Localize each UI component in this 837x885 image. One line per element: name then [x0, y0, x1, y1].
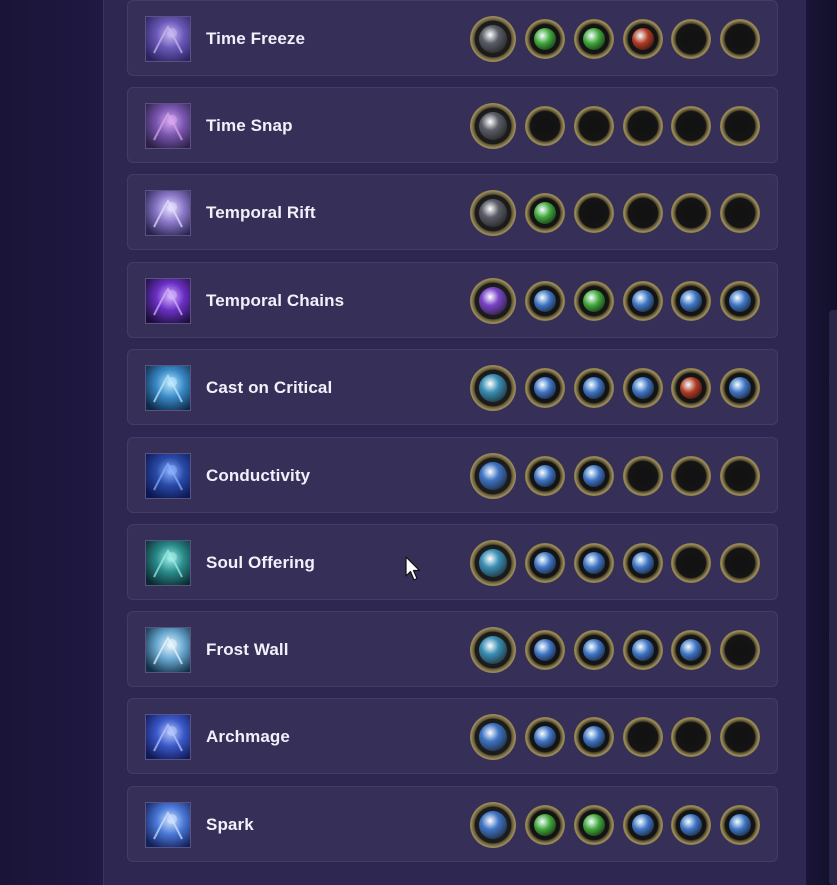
gem-row[interactable]: Time Freeze — [127, 0, 778, 76]
page-background-left — [0, 0, 103, 885]
main-gem-socket-icon[interactable] — [470, 802, 516, 848]
support-gem-socket-icon[interactable] — [525, 805, 565, 845]
support-gem-socket-icon[interactable] — [574, 543, 614, 583]
empty-socket-icon[interactable] — [671, 543, 711, 583]
support-gem-socket-icon[interactable] — [574, 717, 614, 757]
empty-socket-icon[interactable] — [574, 106, 614, 146]
empty-socket-icon[interactable] — [720, 630, 760, 670]
main-gem-socket-icon[interactable] — [470, 103, 516, 149]
support-gem-socket-icon[interactable] — [623, 368, 663, 408]
support-gem-socket-icon[interactable] — [525, 193, 565, 233]
main-gem-socket-icon[interactable] — [470, 190, 516, 236]
empty-socket-icon[interactable] — [623, 717, 663, 757]
support-gem-socket-icon[interactable] — [574, 281, 614, 321]
support-gem-socket-icon[interactable] — [525, 19, 565, 59]
conductivity-icon — [145, 453, 191, 499]
support-gem-socket-icon[interactable] — [623, 281, 663, 321]
main-gem-socket-icon[interactable] — [470, 278, 516, 324]
support-gem-socket-icon[interactable] — [671, 805, 711, 845]
support-gem-socket-icon[interactable] — [525, 456, 565, 496]
empty-socket-icon[interactable] — [720, 543, 760, 583]
gem-name: Soul Offering — [206, 553, 315, 572]
support-gem-socket-icon[interactable] — [671, 368, 711, 408]
temporal-rift-icon — [145, 190, 191, 236]
support-gem-socket-icon[interactable] — [574, 368, 614, 408]
gem-row[interactable]: Temporal Chains — [127, 262, 778, 338]
support-gem-socket-icon[interactable] — [525, 281, 565, 321]
empty-socket-icon[interactable] — [574, 193, 614, 233]
gem-name: Time Freeze — [206, 29, 306, 48]
mouse-cursor-icon — [405, 556, 421, 581]
spark-icon — [145, 802, 191, 848]
main-gem-socket-icon[interactable] — [470, 16, 516, 62]
cast-on-critical-icon — [145, 365, 191, 411]
support-gem-socket-icon[interactable] — [525, 543, 565, 583]
gem-name: Temporal Rift — [206, 203, 316, 222]
support-gem-socket-icon[interactable] — [623, 543, 663, 583]
support-gem-socket-icon[interactable] — [623, 630, 663, 670]
main-gem-socket-icon[interactable] — [470, 714, 516, 760]
soul-offering-icon — [145, 540, 191, 586]
main-gem-socket-icon[interactable] — [470, 453, 516, 499]
empty-socket-icon[interactable] — [623, 106, 663, 146]
gem-row[interactable]: Archmage — [127, 698, 778, 774]
gem-name: Temporal Chains — [206, 291, 345, 310]
gem-name: Cast on Critical — [206, 378, 333, 397]
support-gem-socket-icon[interactable] — [574, 805, 614, 845]
empty-socket-icon[interactable] — [720, 193, 760, 233]
support-gem-socket-icon[interactable] — [720, 281, 760, 321]
empty-socket-icon[interactable] — [720, 717, 760, 757]
empty-socket-icon[interactable] — [671, 193, 711, 233]
support-gem-socket-icon[interactable] — [720, 368, 760, 408]
gem-name: Spark — [206, 815, 254, 834]
main-gem-socket-icon[interactable] — [470, 627, 516, 673]
support-gem-socket-icon[interactable] — [671, 281, 711, 321]
main-gem-socket-icon[interactable] — [470, 540, 516, 586]
gem-name: Archmage — [206, 727, 290, 746]
empty-socket-icon[interactable] — [525, 106, 565, 146]
empty-socket-icon[interactable] — [671, 106, 711, 146]
support-gem-socket-icon[interactable] — [525, 630, 565, 670]
time-freeze-icon — [145, 16, 191, 62]
empty-socket-icon[interactable] — [623, 193, 663, 233]
empty-socket-icon[interactable] — [720, 106, 760, 146]
gem-name: Time Snap — [206, 116, 293, 135]
empty-socket-icon[interactable] — [623, 456, 663, 496]
gem-row[interactable]: Conductivity — [127, 437, 778, 513]
time-snap-icon — [145, 103, 191, 149]
support-gem-socket-icon[interactable] — [720, 805, 760, 845]
empty-socket-icon[interactable] — [671, 456, 711, 496]
support-gem-socket-icon[interactable] — [525, 368, 565, 408]
empty-socket-icon[interactable] — [720, 19, 760, 59]
support-gem-socket-icon[interactable] — [574, 456, 614, 496]
gem-row[interactable]: Frost Wall — [127, 611, 778, 687]
frost-wall-icon — [145, 627, 191, 673]
support-gem-socket-icon[interactable] — [574, 630, 614, 670]
empty-socket-icon[interactable] — [720, 456, 760, 496]
page-scrollbar[interactable] — [829, 310, 837, 885]
empty-socket-icon[interactable] — [671, 19, 711, 59]
temporal-chains-icon — [145, 278, 191, 324]
gem-row[interactable]: Cast on Critical — [127, 349, 778, 425]
gem-name: Conductivity — [206, 466, 311, 485]
gem-row[interactable]: Temporal Rift — [127, 174, 778, 250]
main-gem-socket-icon[interactable] — [470, 365, 516, 411]
support-gem-socket-icon[interactable] — [671, 630, 711, 670]
gem-row[interactable]: Spark — [127, 786, 778, 862]
support-gem-socket-icon[interactable] — [574, 19, 614, 59]
archmage-icon — [145, 714, 191, 760]
support-gem-socket-icon[interactable] — [623, 805, 663, 845]
gem-name: Frost Wall — [206, 640, 289, 659]
empty-socket-icon[interactable] — [671, 717, 711, 757]
gem-row[interactable]: Soul Offering — [127, 524, 778, 600]
support-gem-socket-icon[interactable] — [623, 19, 663, 59]
support-gem-socket-icon[interactable] — [525, 717, 565, 757]
gem-row[interactable]: Time Snap — [127, 87, 778, 163]
